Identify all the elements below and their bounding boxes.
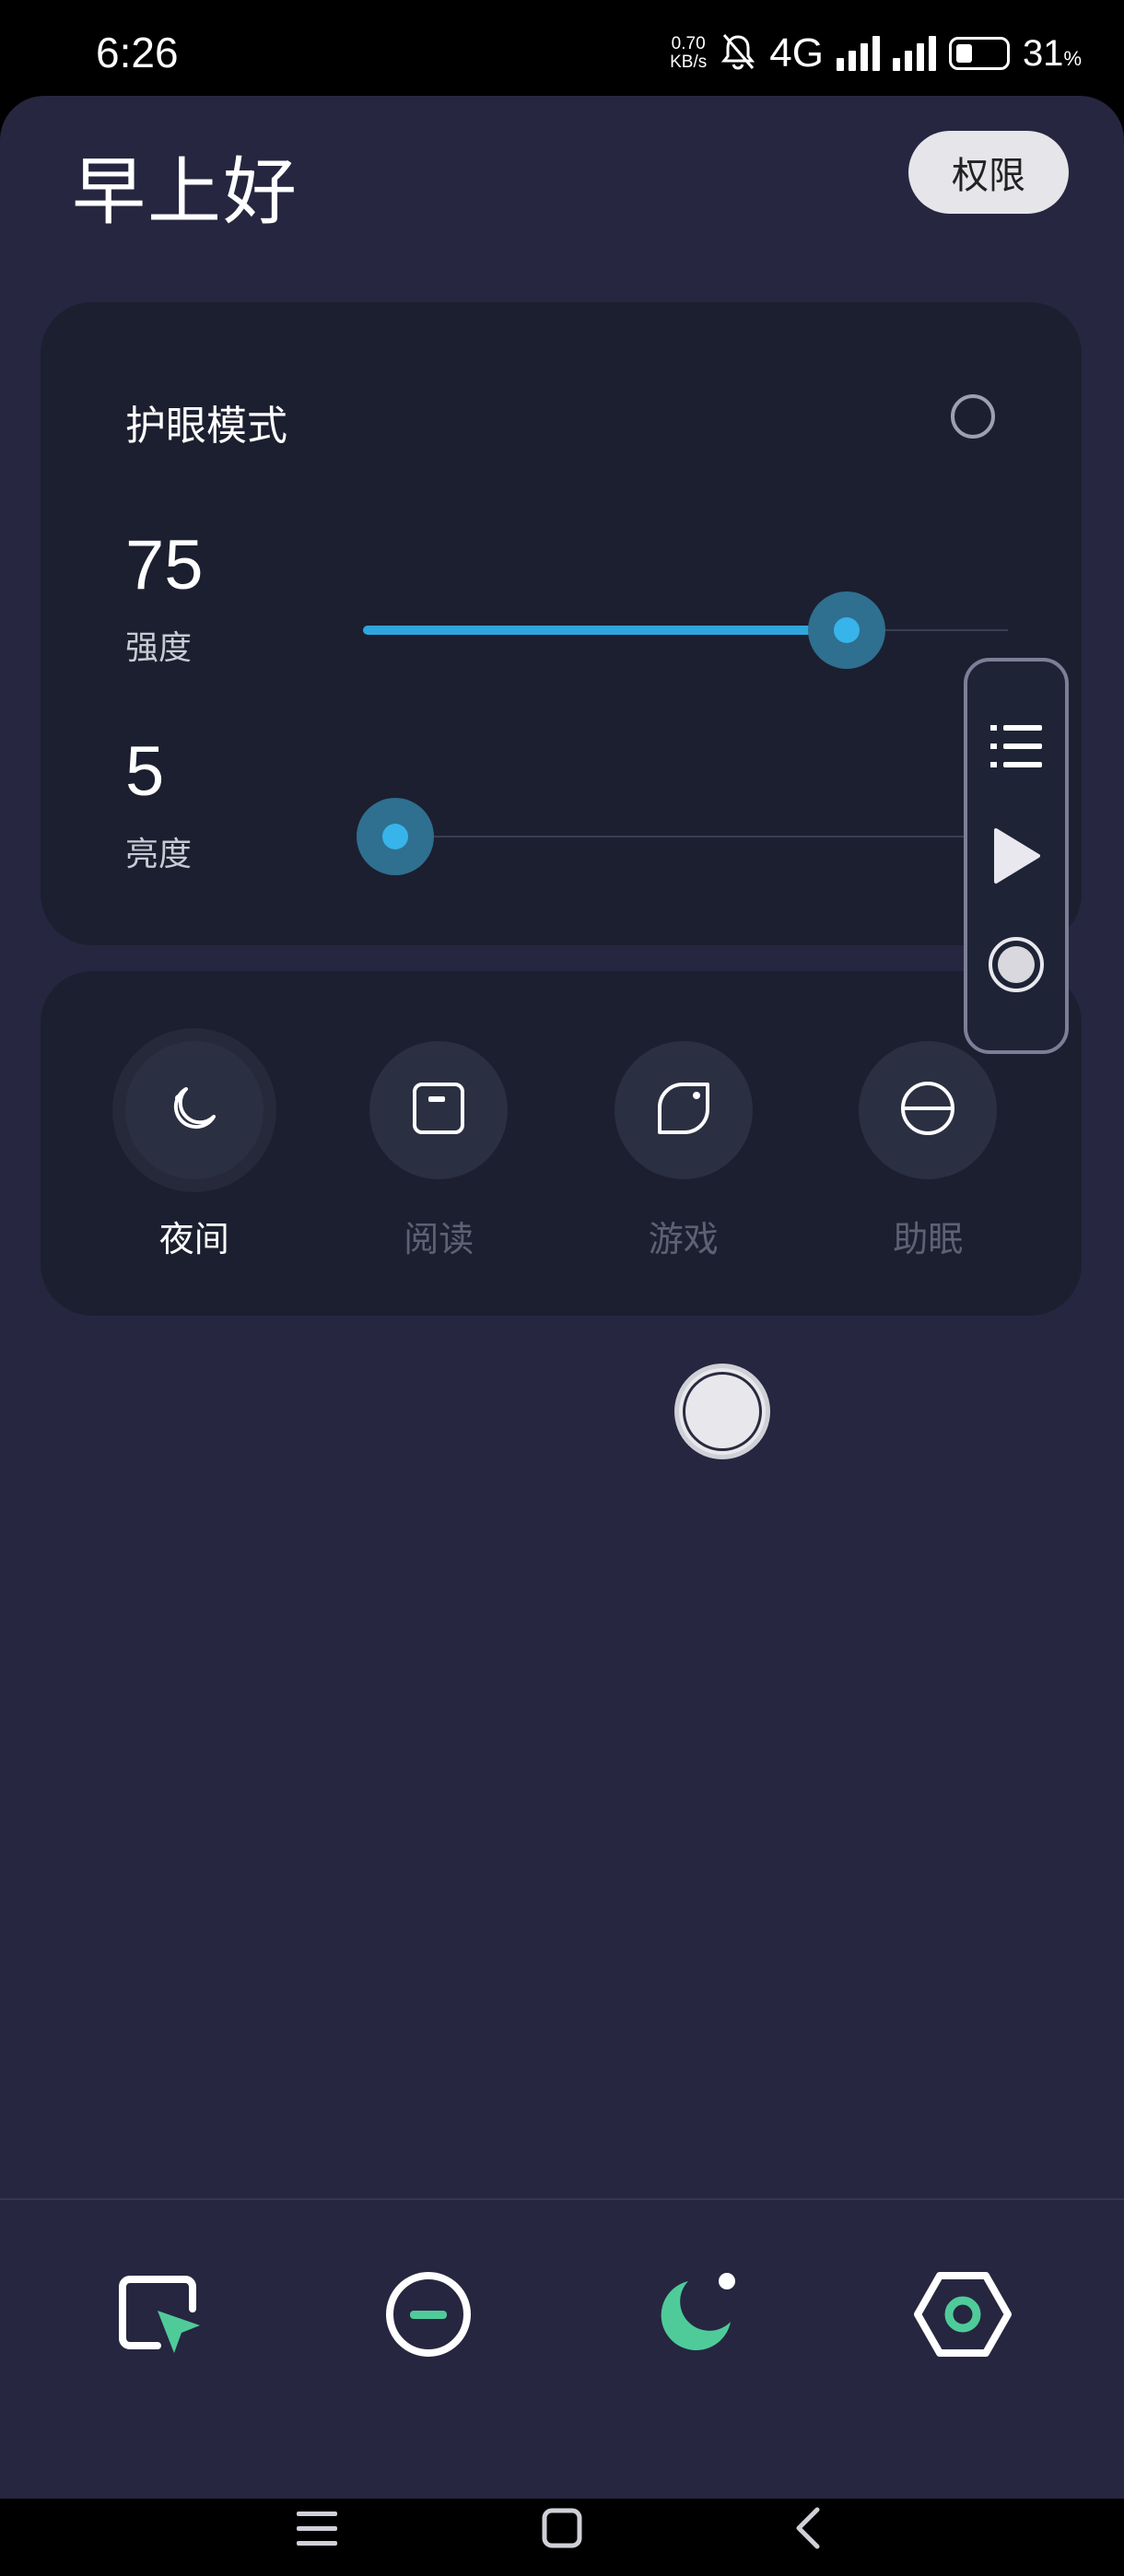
status-icons: 0.70 KB/s 4G 31% <box>670 26 1082 81</box>
nav-cursor[interactable] <box>88 2242 235 2390</box>
book-icon <box>410 1080 467 1141</box>
system-home-button[interactable] <box>516 2484 608 2576</box>
slider-handle[interactable] <box>382 824 408 849</box>
record-icon <box>987 935 1046 998</box>
nav-settings[interactable] <box>889 2242 1036 2390</box>
moon-icon <box>650 2268 742 2364</box>
floating-control-panel <box>964 658 1069 1054</box>
slider-handle[interactable] <box>834 617 860 643</box>
play-icon <box>990 826 1042 889</box>
eye-care-toggle[interactable] <box>951 394 995 439</box>
battery-percent: 31 <box>1022 32 1064 74</box>
system-menu-button[interactable] <box>271 2484 363 2576</box>
nav-minus[interactable] <box>355 2242 502 2390</box>
app-screen: 早上好 权限 护眼模式 75 强度 5 亮度 夜间 阅读 游戏 助眠 <box>0 96 1124 2549</box>
nav-night[interactable] <box>622 2242 769 2390</box>
bottom-divider <box>0 2198 1124 2200</box>
back-icon <box>793 2506 821 2554</box>
eye-care-card: 护眼模式 75 强度 5 亮度 <box>41 302 1082 945</box>
greeting-title: 早上好 <box>72 149 299 235</box>
home-icon <box>542 2508 582 2552</box>
intensity-value: 75 <box>125 526 204 604</box>
moon-icon <box>166 1080 223 1141</box>
mode-game-label: 游戏 <box>648 1219 719 1259</box>
signal-icon-2 <box>892 36 936 71</box>
half-circle-icon <box>899 1080 956 1141</box>
system-nav-bar <box>0 2484 1124 2576</box>
mode-game[interactable]: 游戏 <box>591 971 776 1316</box>
list-icon <box>989 721 1044 777</box>
mode-game-button[interactable] <box>614 1041 753 1179</box>
play-button[interactable] <box>970 807 1062 908</box>
mode-sleep-label: 助眠 <box>893 1219 964 1259</box>
slider-fill <box>363 626 847 635</box>
permission-button[interactable]: 权限 <box>908 131 1069 214</box>
intensity-label: 强度 <box>125 629 193 667</box>
battery-unit: % <box>1063 46 1082 70</box>
battery-fill <box>955 44 972 63</box>
network-speed: 0.70 KB/s <box>670 35 707 72</box>
brightness-slider[interactable] <box>357 795 1008 878</box>
mode-sleep-button[interactable] <box>859 1041 998 1179</box>
mute-bell-icon <box>720 31 756 76</box>
floating-ball[interactable] <box>674 1364 770 1459</box>
mode-reading[interactable]: 阅读 <box>346 971 531 1316</box>
eye-care-title: 护眼模式 <box>125 403 287 450</box>
list-button[interactable] <box>970 698 1062 800</box>
minus-circle-icon <box>382 2268 474 2364</box>
bottom-nav <box>0 2242 1124 2390</box>
mode-reading-button[interactable] <box>369 1041 509 1179</box>
menu-icon <box>297 2510 337 2550</box>
mode-night-button[interactable] <box>124 1041 263 1179</box>
battery-icon <box>948 37 1010 70</box>
brightness-label: 亮度 <box>125 836 193 873</box>
settings-icon <box>912 2268 1013 2364</box>
battery-percent-group: 31% <box>1023 33 1082 75</box>
battery: 31% <box>948 33 1082 75</box>
brightness-value: 5 <box>125 732 165 811</box>
network-speed-unit: KB/s <box>670 53 708 72</box>
cursor-icon <box>115 2268 207 2364</box>
mode-card: 夜间 阅读 游戏 助眠 <box>41 971 1082 1316</box>
system-back-button[interactable] <box>761 2484 853 2576</box>
mode-list: 夜间 阅读 游戏 助眠 <box>41 971 1082 1316</box>
slider-track <box>363 836 1008 837</box>
intensity-slider[interactable] <box>363 589 1008 672</box>
status-time: 6:26 <box>96 29 179 76</box>
signal-icon-1 <box>836 36 880 71</box>
mode-night[interactable]: 夜间 <box>102 971 287 1316</box>
mode-reading-label: 阅读 <box>404 1219 474 1259</box>
mode-night-label: 夜间 <box>158 1219 229 1259</box>
status-bar: 6:26 0.70 KB/s 4G 31% <box>0 0 1124 101</box>
network-speed-value: 0.70 <box>671 34 706 53</box>
leaf-icon <box>655 1080 712 1141</box>
record-button[interactable] <box>970 916 1062 1017</box>
network-type: 4G <box>769 30 824 76</box>
